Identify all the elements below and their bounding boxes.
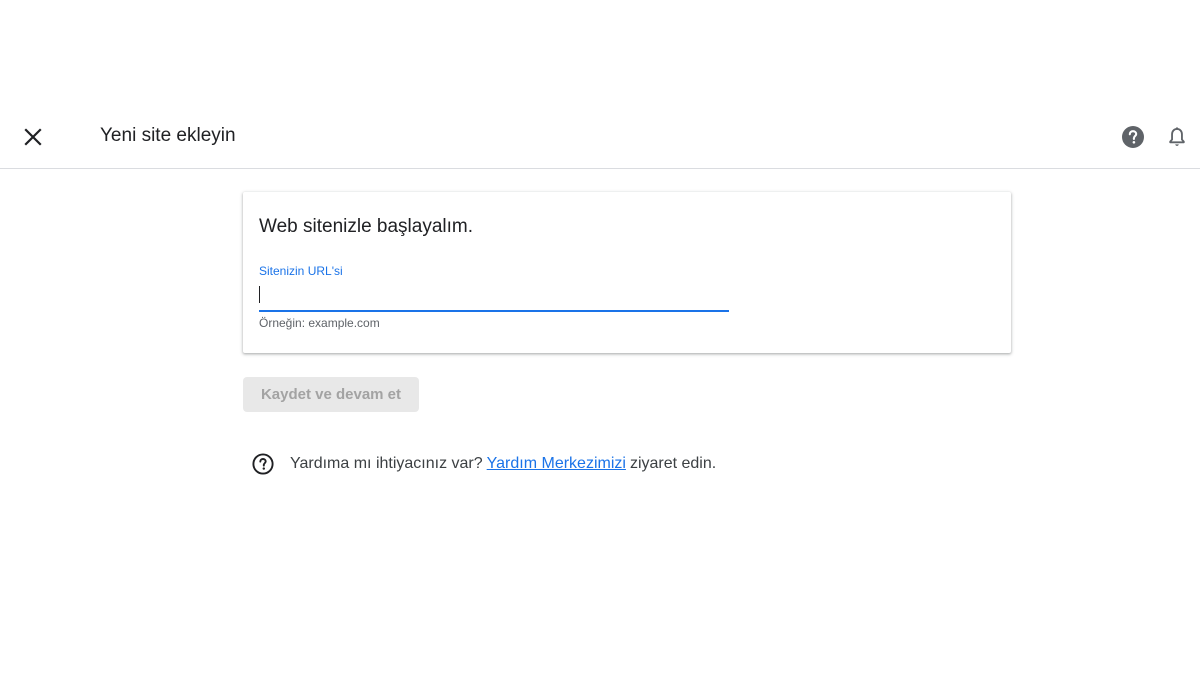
url-field-label: Sitenizin URL'si <box>259 264 343 278</box>
help-suffix-text: ziyaret edin. <box>629 455 717 472</box>
top-app-bar: Yeni site ekleyin <box>0 104 1200 169</box>
site-url-input[interactable] <box>259 280 729 312</box>
card-title: Web sitenizle başlayalım. <box>259 216 474 237</box>
help-center-link[interactable]: Yardım Merkezimizi <box>487 455 626 473</box>
close-button[interactable] <box>16 120 50 154</box>
bell-icon <box>1169 127 1185 146</box>
page-title: Yeni site ekleyin <box>100 125 236 146</box>
save-and-continue-button[interactable]: Kaydet ve devam et <box>243 377 419 412</box>
help-button[interactable] <box>1120 124 1146 150</box>
help-message: Yardıma mı ihtiyacınız var? Yardım Merke… <box>251 452 716 476</box>
question-circle-icon <box>251 452 275 476</box>
add-site-card: Web sitenizle başlayalım. Sitenizin URL'… <box>243 192 1011 353</box>
notifications-button[interactable] <box>1164 124 1190 150</box>
close-icon <box>24 128 42 146</box>
help-icon <box>1122 126 1144 148</box>
help-prefix-text: Yardıma mı ihtiyacınız var? <box>290 455 483 472</box>
url-helper-text: Örneğin: example.com <box>259 316 380 330</box>
text-cursor <box>259 286 260 303</box>
